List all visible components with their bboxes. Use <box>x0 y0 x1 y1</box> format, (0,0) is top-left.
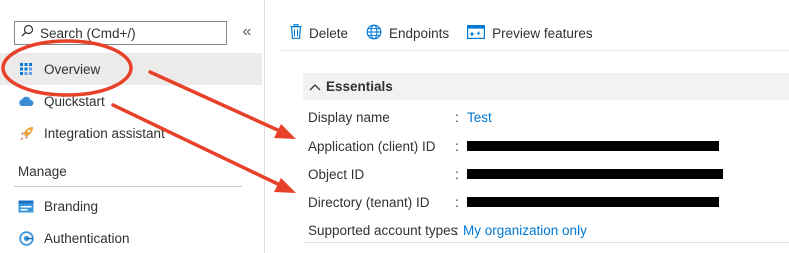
branding-icon <box>18 198 34 214</box>
sidebar-item-label: Overview <box>44 61 101 77</box>
search-input[interactable]: Search (Cmd+/) <box>14 21 227 45</box>
preview-icon <box>467 24 486 42</box>
section-label-manage: Manage <box>18 164 67 179</box>
essentials-row-application-id: Application (client) ID : <box>308 135 719 157</box>
toolbar: Delete Endpoints Preview features <box>290 22 593 44</box>
row-label: Directory (tenant) ID <box>308 194 430 210</box>
essentials-row-tenant-id: Directory (tenant) ID : <box>308 191 719 213</box>
endpoints-label: Endpoints <box>389 25 450 41</box>
redacted-value <box>467 197 719 207</box>
trash-icon <box>290 23 302 42</box>
sidebar-item-branding[interactable]: Branding <box>0 190 265 222</box>
row-label: Supported account types <box>308 222 458 238</box>
row-label: Display name <box>308 109 390 125</box>
rocket-icon <box>18 125 34 141</box>
sidebar-divider <box>264 0 265 253</box>
sidebar-item-quickstart[interactable]: Quickstart <box>0 85 265 117</box>
row-colon: : <box>455 222 459 238</box>
row-colon: : <box>455 109 459 125</box>
redacted-value <box>467 169 723 179</box>
chevron-up-icon <box>309 79 321 94</box>
toolbar-divider <box>278 50 789 51</box>
display-name-link[interactable]: Test <box>467 110 492 125</box>
globe-icon <box>366 24 382 43</box>
preview-features-button[interactable]: Preview features <box>467 24 593 42</box>
endpoints-button[interactable]: Endpoints <box>366 24 449 43</box>
delete-button[interactable]: Delete <box>290 23 349 42</box>
sidebar-item-overview[interactable]: Overview <box>0 53 262 85</box>
essentials-row-display-name: Display name : Test <box>308 106 492 128</box>
row-colon: : <box>455 194 459 210</box>
sidebar-item-label: Branding <box>44 198 99 214</box>
essentials-divider <box>303 242 789 243</box>
account-types-link[interactable]: My organization only <box>463 223 587 238</box>
essentials-toggle[interactable]: Essentials <box>303 73 789 100</box>
cloud-icon <box>18 93 34 109</box>
collapse-sidebar-button[interactable]: « <box>240 23 254 41</box>
essentials-row-object-id: Object ID : <box>308 163 723 185</box>
search-icon <box>21 24 34 42</box>
row-label: Object ID <box>308 166 365 182</box>
sidebar-item-label: Integration assistant <box>44 125 165 141</box>
sidebar-item-authentication[interactable]: Authentication <box>0 222 265 253</box>
row-label: Application (client) ID <box>308 138 436 154</box>
sidebar-item-integration-assistant[interactable]: Integration assistant <box>0 117 265 149</box>
grid-icon <box>18 61 34 77</box>
authentication-icon <box>18 230 34 246</box>
redacted-value <box>467 141 719 151</box>
row-colon: : <box>455 166 459 182</box>
sidebar-item-label: Quickstart <box>44 93 105 109</box>
preview-features-label: Preview features <box>492 25 593 41</box>
delete-label: Delete <box>309 25 349 41</box>
section-divider <box>14 186 242 187</box>
sidebar-item-label: Authentication <box>44 230 130 246</box>
sidebar: Search (Cmd+/) « Overview Quickstart Int… <box>0 0 265 253</box>
row-colon: : <box>455 138 459 154</box>
essentials-title: Essentials <box>326 79 393 94</box>
search-placeholder: Search (Cmd+/) <box>40 25 136 41</box>
essentials-row-account-types: Supported account types : My organizatio… <box>308 219 587 241</box>
